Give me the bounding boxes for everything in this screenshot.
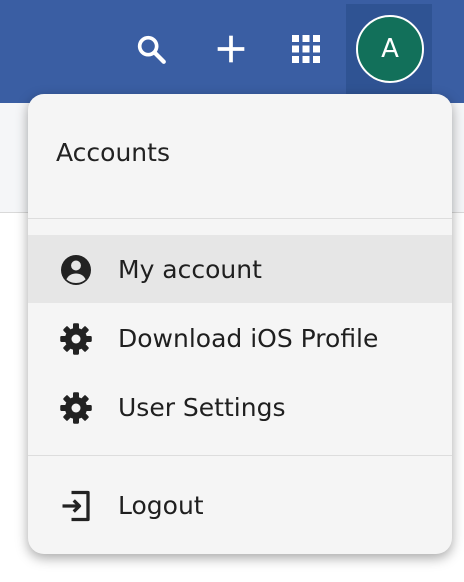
apps-grid-icon bbox=[292, 35, 320, 63]
menu-item-label: Download iOS Profile bbox=[118, 323, 379, 353]
avatar: A bbox=[356, 15, 424, 83]
menu-item-label: Logout bbox=[118, 490, 204, 520]
menu-item-download-ios-profile[interactable]: Download iOS Profile bbox=[28, 304, 452, 372]
search-icon bbox=[137, 35, 166, 64]
account-menu-toggle[interactable]: A bbox=[346, 4, 432, 96]
add-button[interactable] bbox=[208, 22, 254, 76]
account-circle-icon bbox=[61, 255, 91, 285]
gear-icon bbox=[60, 323, 92, 355]
top-app-bar: A bbox=[0, 0, 464, 103]
menu-item-logout[interactable]: Logout bbox=[28, 471, 452, 539]
accounts-menu: Accounts My account Download iOS Profile… bbox=[28, 94, 452, 554]
menu-divider bbox=[28, 455, 452, 456]
plus-icon bbox=[217, 35, 245, 63]
menu-divider bbox=[28, 218, 452, 219]
menu-item-my-account[interactable]: My account bbox=[28, 235, 452, 303]
menu-item-label: My account bbox=[118, 254, 262, 284]
logout-icon bbox=[62, 490, 90, 522]
gear-icon bbox=[60, 392, 92, 424]
menu-item-label: User Settings bbox=[118, 392, 286, 422]
search-button[interactable] bbox=[128, 22, 174, 76]
apps-button[interactable] bbox=[283, 22, 329, 76]
menu-item-user-settings[interactable]: User Settings bbox=[28, 373, 452, 441]
menu-header: Accounts bbox=[56, 138, 170, 167]
